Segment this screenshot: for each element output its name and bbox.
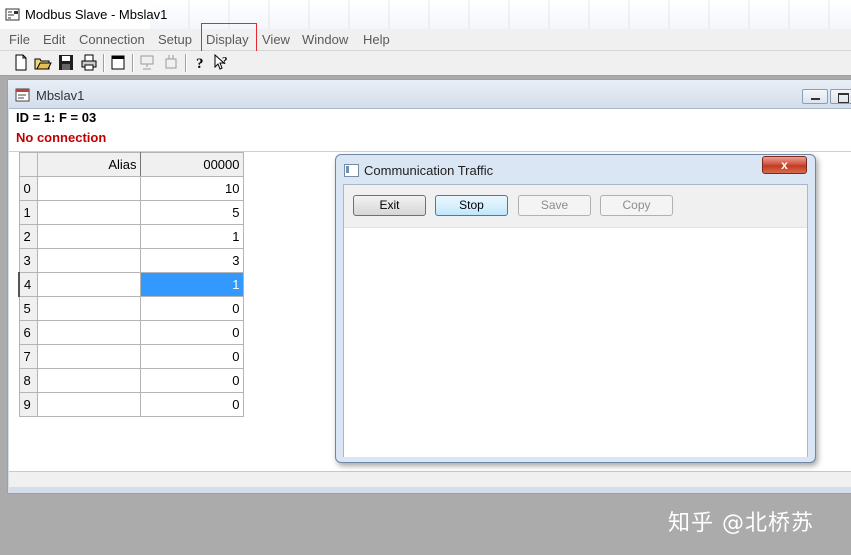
alias-cell[interactable] — [36, 320, 141, 345]
table-row: 6 0 — [18, 320, 244, 345]
table-row: 9 0 — [18, 392, 244, 417]
value-cell[interactable]: 10 — [139, 176, 244, 201]
dialog-title-bar[interactable]: Communication Traffic x — [336, 155, 815, 183]
help-icon[interactable]: ? — [191, 53, 209, 72]
mdi-title: Mbslav1 — [36, 88, 85, 103]
row-header[interactable]: 1 — [18, 200, 38, 225]
value-cell[interactable]: 0 — [139, 296, 244, 321]
row-header[interactable]: 6 — [18, 320, 38, 345]
mdi-title-bar: Mbslav1 — [8, 80, 851, 108]
connect-icon[interactable] — [138, 53, 156, 72]
alias-cell[interactable] — [36, 296, 141, 321]
value-cell[interactable]: 0 — [139, 344, 244, 369]
value-cell[interactable]: 3 — [139, 248, 244, 273]
menu-file[interactable]: File — [9, 32, 30, 47]
table-row: 7 0 — [18, 344, 244, 369]
svg-text:?: ? — [222, 55, 228, 67]
grid-corner — [18, 152, 38, 177]
connection-status: No connection — [16, 130, 107, 145]
row-header[interactable]: 7 — [18, 344, 38, 369]
alias-cell[interactable] — [36, 224, 141, 249]
menu-help[interactable]: Help — [363, 32, 390, 47]
open-folder-icon[interactable] — [34, 53, 52, 72]
table-row: 3 3 — [18, 248, 244, 273]
menu-edit[interactable]: Edit — [43, 32, 65, 47]
register-grid: Alias 00000 0 10 1 5 2 1 3 3 4 1 5 0 6 0… — [18, 152, 244, 417]
window-title: Modbus Slave - Mbslav1 — [25, 7, 168, 22]
maximize-button[interactable] — [830, 89, 851, 104]
close-button[interactable]: x — [762, 156, 807, 174]
minimize-button[interactable] — [802, 89, 828, 104]
new-file-icon[interactable] — [12, 53, 30, 72]
communication-traffic-dialog: Communication Traffic x Exit Stop Save C… — [335, 154, 816, 463]
alias-column-header[interactable]: Alias — [36, 152, 141, 177]
table-row-selected: 4 1 — [18, 272, 244, 297]
alias-cell[interactable] — [36, 200, 141, 225]
alias-cell[interactable] — [36, 176, 141, 201]
menu-setup[interactable]: Setup — [158, 32, 192, 47]
menu-bar: File Edit Connection Setup Display View … — [0, 29, 851, 51]
alias-cell[interactable] — [36, 344, 141, 369]
window-icon[interactable] — [109, 53, 127, 72]
row-header[interactable]: 0 — [18, 176, 38, 201]
table-row: 5 0 — [18, 296, 244, 321]
value-cell[interactable]: 0 — [139, 368, 244, 393]
table-row: 8 0 — [18, 368, 244, 393]
toolbar: ? ? — [0, 51, 851, 76]
row-header[interactable]: 3 — [18, 248, 38, 273]
row-header[interactable]: 4 — [18, 272, 38, 297]
toolbar-separator — [103, 54, 105, 72]
watermark-text: 知乎 @北桥苏 — [668, 511, 814, 536]
toolbar-separator — [185, 54, 187, 72]
svg-text:?: ? — [196, 56, 204, 72]
dialog-title: Communication Traffic — [364, 163, 494, 178]
value-column-header[interactable]: 00000 — [139, 152, 244, 177]
alias-cell[interactable] — [36, 248, 141, 273]
print-icon[interactable] — [80, 53, 98, 72]
slave-id-line: ID = 1: F = 03 — [16, 110, 97, 125]
menu-connection[interactable]: Connection — [79, 32, 145, 47]
title-bar: Modbus Slave - Mbslav1 — [0, 0, 851, 29]
background-window-ghost — [150, 0, 851, 29]
save-button[interactable]: Save — [518, 195, 591, 216]
dialog-body: Exit Stop Save Copy — [343, 184, 808, 457]
alias-cell[interactable] — [36, 392, 141, 417]
menu-view[interactable]: View — [262, 32, 290, 47]
alias-cell[interactable] — [36, 272, 141, 297]
value-cell[interactable]: 0 — [139, 392, 244, 417]
traffic-log-area[interactable] — [344, 227, 807, 457]
save-disk-icon[interactable] — [57, 53, 75, 72]
copy-button[interactable]: Copy — [600, 195, 673, 216]
table-row: 0 10 — [18, 176, 244, 201]
table-row: 1 5 — [18, 200, 244, 225]
value-cell[interactable]: 1 — [139, 224, 244, 249]
selected-value-cell[interactable]: 1 — [139, 272, 244, 297]
mdi-bottom-strip — [9, 471, 851, 487]
document-icon — [15, 88, 30, 102]
dialog-window-icon — [344, 164, 359, 177]
stop-button[interactable]: Stop — [435, 195, 508, 216]
table-row: 2 1 — [18, 224, 244, 249]
menu-display[interactable]: Display — [206, 32, 249, 47]
menu-window[interactable]: Window — [302, 32, 348, 47]
row-header[interactable]: 2 — [18, 224, 38, 249]
alias-cell[interactable] — [36, 368, 141, 393]
grid-header-row: Alias 00000 — [18, 152, 244, 177]
exit-button[interactable]: Exit — [353, 195, 426, 216]
row-header[interactable]: 9 — [18, 392, 38, 417]
modbus-app-icon — [5, 8, 20, 21]
value-cell[interactable]: 5 — [139, 200, 244, 225]
toolbar-separator — [132, 54, 134, 72]
row-header[interactable]: 8 — [18, 368, 38, 393]
row-header[interactable]: 5 — [18, 296, 38, 321]
context-help-icon[interactable]: ? — [213, 53, 231, 72]
value-cell[interactable]: 0 — [139, 320, 244, 345]
disconnect-icon[interactable] — [162, 53, 180, 72]
